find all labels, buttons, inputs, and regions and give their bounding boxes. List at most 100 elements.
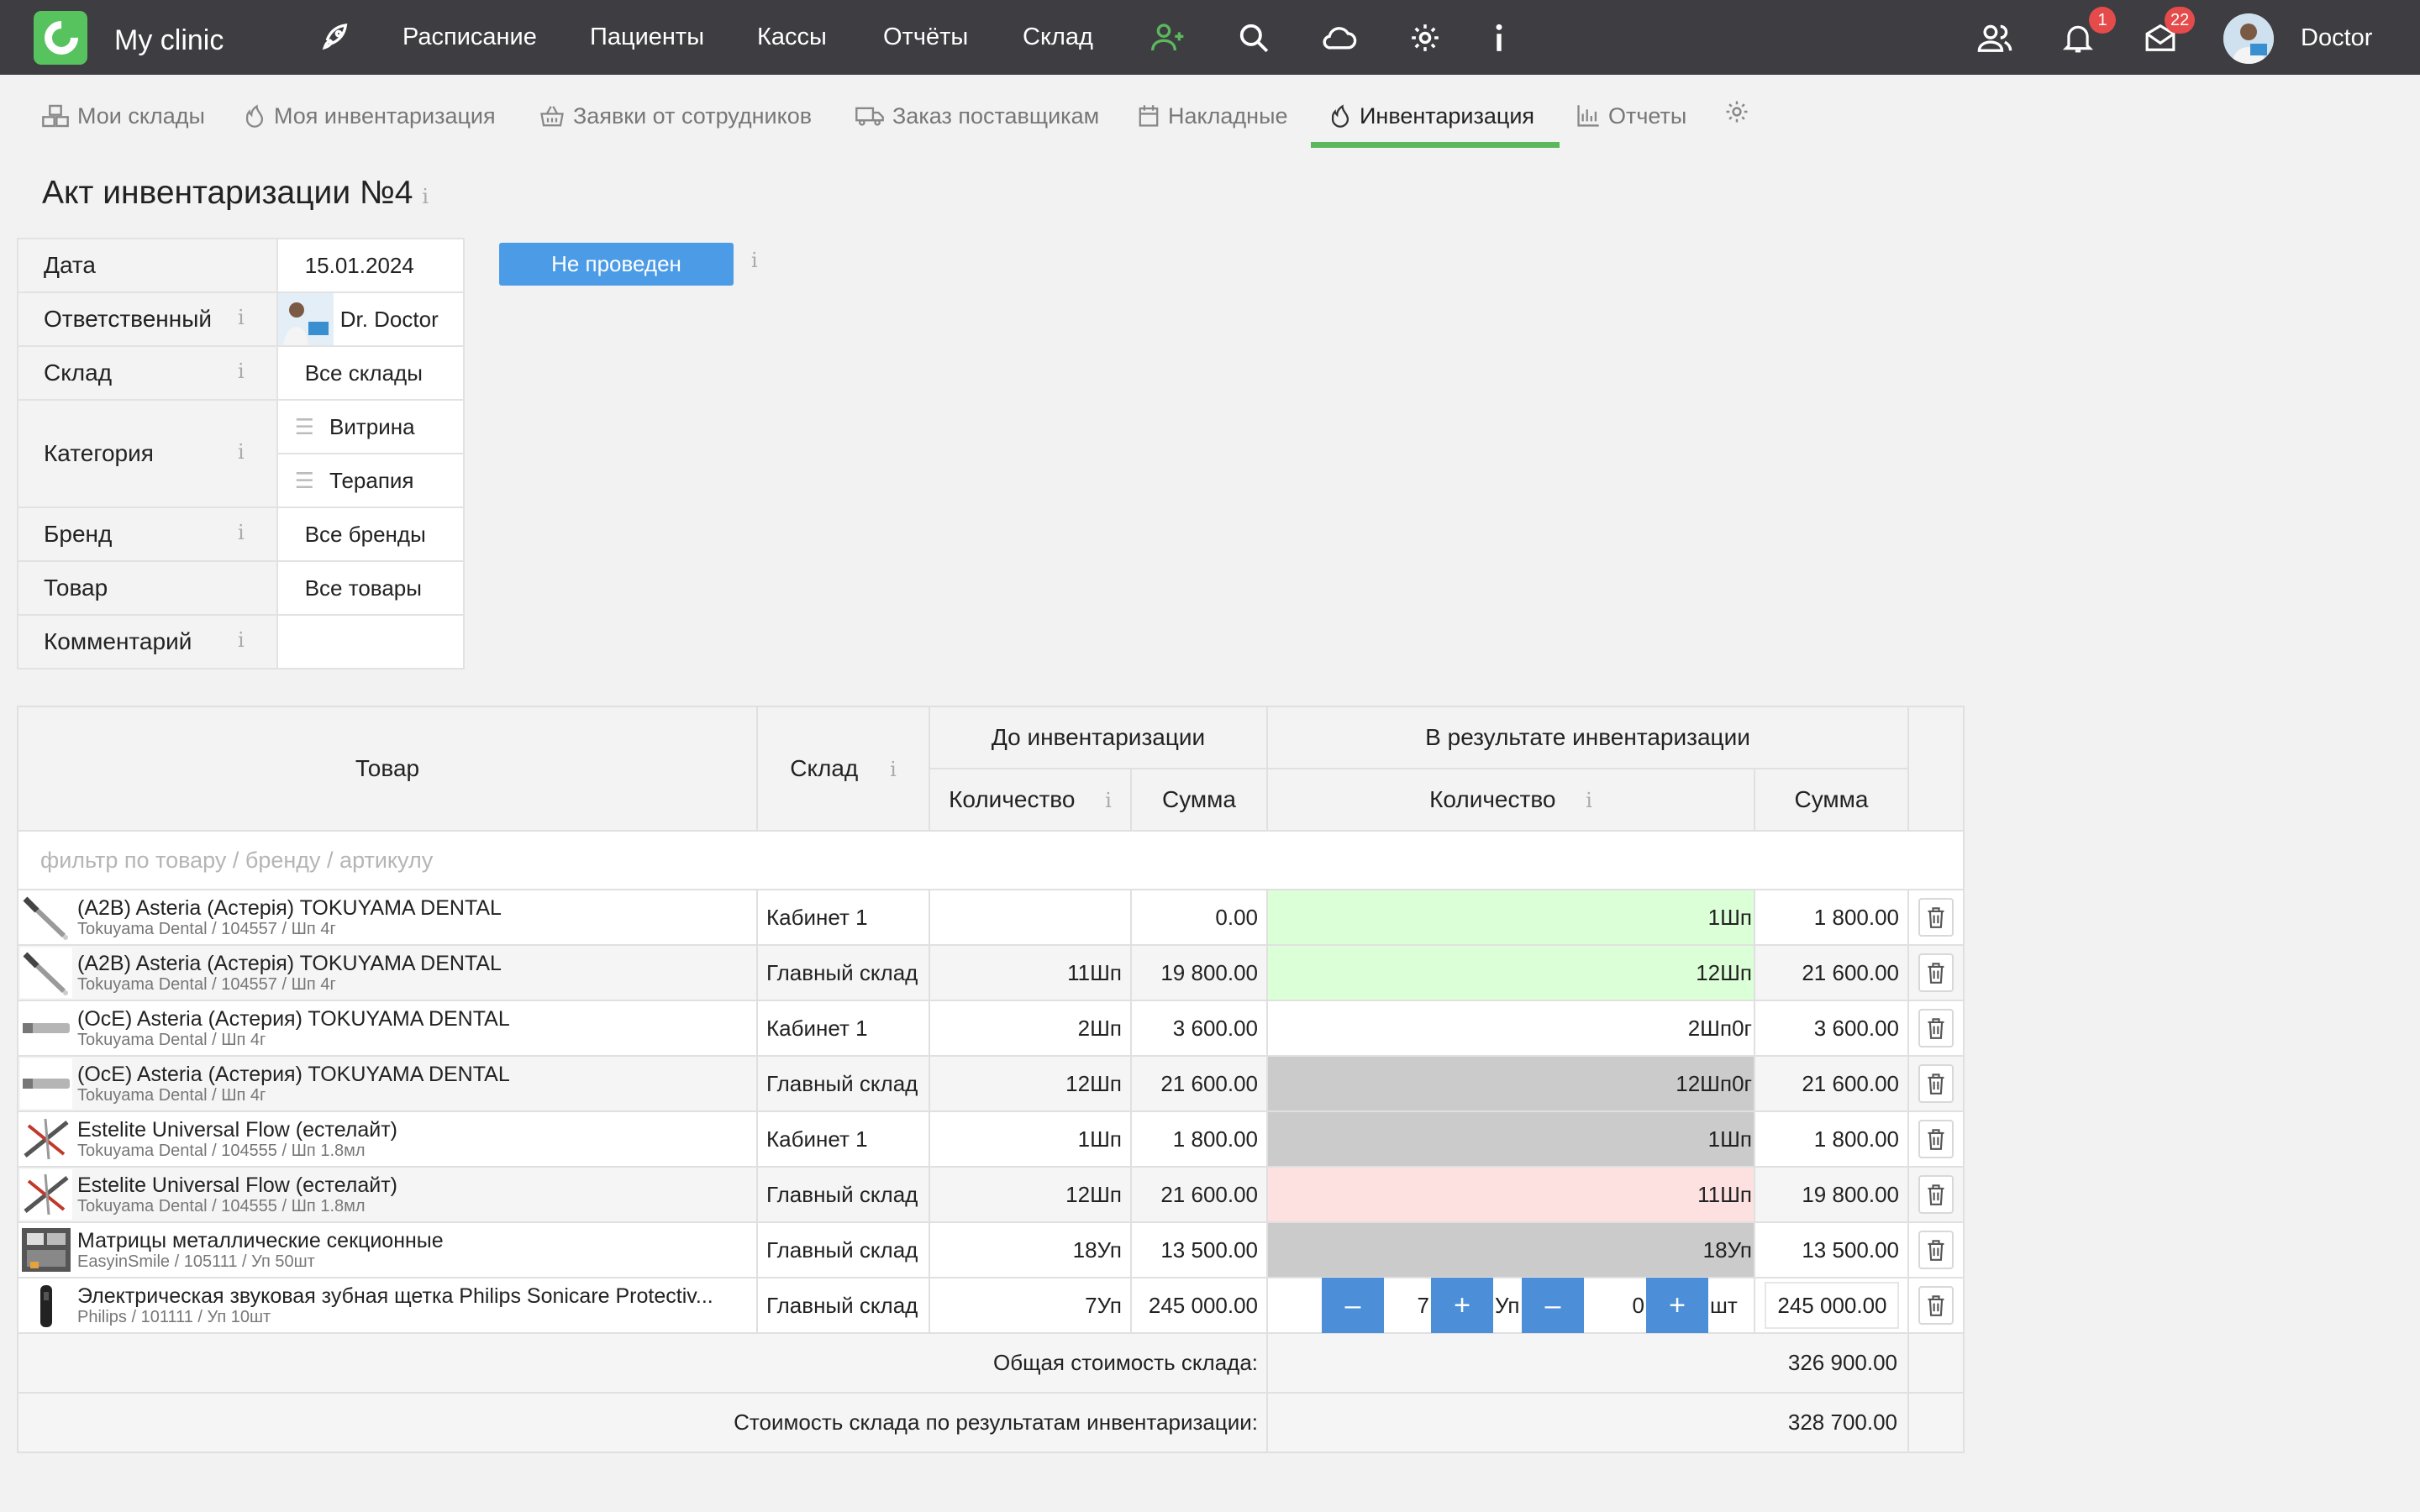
subtab-settings[interactable]: [1724, 99, 1749, 124]
product-thumbnail: [20, 1114, 72, 1164]
info-icon[interactable]: i: [238, 440, 245, 464]
product-meta: Tokuyama Dental / Шп 4г: [77, 1086, 266, 1105]
info-icon[interactable]: [1480, 18, 1518, 57]
subtab-supplier-orders[interactable]: Заказ поставщикам: [855, 99, 1099, 133]
subtab-label: Заявки от сотрудников: [573, 103, 813, 129]
nav-cash[interactable]: Кассы: [757, 20, 827, 54]
add-user-icon[interactable]: [1149, 18, 1187, 57]
page-title: Акт инвентаризации №4 i: [42, 172, 429, 218]
flame-icon: [1331, 104, 1349, 128]
nav-warehouse[interactable]: Склад: [1023, 20, 1093, 54]
product-name[interactable]: (OcE) Asteria (Астерия) TOKUYAMA DENTAL: [77, 1007, 510, 1031]
increase-main-button[interactable]: +: [1431, 1278, 1494, 1333]
subtab-my-warehouses[interactable]: Мои склады: [42, 99, 205, 133]
search-icon[interactable]: [1234, 18, 1273, 57]
delete-row-button[interactable]: [1918, 1231, 1954, 1269]
actions-cell: [1907, 1000, 1965, 1057]
actions-cell: [1907, 1277, 1965, 1334]
qty-main-input[interactable]: 7: [1384, 1293, 1431, 1319]
subtab-employee-requests[interactable]: Заявки от сотрудников: [539, 99, 812, 133]
qty-after-cell[interactable]: 18Уп: [1266, 1221, 1756, 1278]
qty-after-cell[interactable]: 12Шп0г: [1266, 1055, 1756, 1112]
rocket-icon[interactable]: [315, 18, 354, 57]
unit-sub: шт: [1710, 1292, 1738, 1318]
delete-row-button[interactable]: [1918, 1175, 1954, 1214]
user-name[interactable]: Doctor: [2301, 21, 2372, 55]
subtab-label: Инвентаризация: [1360, 103, 1535, 129]
info-icon[interactable]: i: [238, 360, 245, 383]
sum-after-input[interactable]: 245 000.00: [1764, 1282, 1899, 1329]
product-name[interactable]: Матрицы металлические секционные: [77, 1229, 444, 1252]
subtab-reports[interactable]: Отчеты: [1576, 99, 1686, 133]
delete-row-button[interactable]: [1918, 1120, 1954, 1158]
nav-reports[interactable]: Отчёты: [883, 20, 968, 54]
delete-row-button[interactable]: [1918, 953, 1954, 992]
delete-row-button[interactable]: [1918, 898, 1954, 937]
trash-icon: [1928, 1240, 1944, 1261]
nav-schedule[interactable]: Расписание: [402, 20, 537, 54]
product-name[interactable]: Estelite Universal Flow (естелайт): [77, 1173, 397, 1197]
qty-after-cell[interactable]: 1Шп: [1266, 1110, 1756, 1168]
delete-row-button[interactable]: [1918, 1009, 1954, 1047]
app-title[interactable]: My clinic: [114, 24, 224, 57]
top-bar: My clinic Расписание Пациенты Кассы Отчё…: [0, 0, 2420, 75]
info-icon[interactable]: i: [751, 249, 758, 272]
warehouse-value[interactable]: Все склады: [276, 345, 466, 401]
qty-after-cell[interactable]: 1Шп: [1266, 889, 1756, 946]
active-tab-indicator: [1311, 142, 1560, 148]
info-icon[interactable]: i: [890, 758, 897, 781]
decrease-main-button[interactable]: –: [1322, 1278, 1385, 1333]
nav-patients[interactable]: Пациенты: [590, 20, 704, 54]
product-filter-input[interactable]: фильтр по товару / бренду / артикулу: [16, 830, 1965, 890]
page-title-text: Акт инвентаризации №4: [42, 175, 413, 211]
qty-sub-input[interactable]: 0: [1584, 1293, 1646, 1319]
table-row: (OcE) Asteria (Астерия) TOKUYAMA DENTAL …: [17, 1055, 1965, 1112]
delete-row-button[interactable]: [1918, 1064, 1954, 1103]
subtab-inventory[interactable]: Инвентаризация: [1329, 99, 1534, 133]
comment-value[interactable]: [276, 614, 466, 669]
product-meta: Tokuyama Dental / 104555 / Шп 1.8мл: [77, 1142, 366, 1160]
qty-after-cell[interactable]: 11Шп: [1266, 1166, 1756, 1223]
actions-cell: [1907, 1221, 1965, 1278]
status-button[interactable]: Не проведен: [499, 243, 734, 286]
trash-icon: [1928, 1184, 1944, 1205]
subtab-my-inventory[interactable]: Моя инвентаризация: [244, 99, 496, 133]
truck-icon: [855, 107, 884, 126]
sum-before-cell: 21 600.00: [1129, 1166, 1269, 1223]
qty-after-cell[interactable]: 12Шп: [1266, 944, 1756, 1001]
increase-sub-button[interactable]: +: [1646, 1278, 1709, 1333]
product-name[interactable]: Estelite Universal Flow (естелайт): [77, 1118, 397, 1142]
info-icon[interactable]: i: [238, 521, 245, 544]
brand-value[interactable]: Все бренды: [276, 507, 466, 562]
category-item[interactable]: ☰ Терапия: [276, 453, 466, 508]
product-value[interactable]: Все товары: [276, 560, 466, 616]
category-item[interactable]: ☰ Витрина: [276, 399, 466, 454]
decrease-sub-button[interactable]: –: [1522, 1278, 1585, 1333]
qty-after-cell[interactable]: 2Шп0г: [1266, 1000, 1756, 1057]
cloud-icon[interactable]: [1320, 18, 1359, 57]
app-logo[interactable]: [34, 11, 87, 65]
info-icon[interactable]: i: [238, 306, 245, 329]
date-value[interactable]: 15.01.2024: [276, 238, 466, 293]
messages-badge: 22: [2165, 7, 2196, 34]
gear-icon[interactable]: [1406, 18, 1444, 57]
info-icon[interactable]: i: [422, 185, 429, 208]
info-icon[interactable]: i: [238, 628, 245, 652]
product-name[interactable]: (A2B) Asteria (Астерія) TOKUYAMA DENTAL: [77, 896, 502, 920]
trash-icon: [1928, 1129, 1944, 1150]
responsible-value[interactable]: Dr. Doctor: [276, 291, 466, 347]
col-product: Товар: [17, 706, 758, 832]
info-icon[interactable]: i: [1586, 789, 1592, 812]
warehouse-cell: Главный склад: [756, 1221, 930, 1278]
product-name[interactable]: (OcE) Asteria (Астерия) TOKUYAMA DENTAL: [77, 1063, 510, 1086]
info-icon[interactable]: i: [1105, 789, 1112, 812]
subtab-invoices[interactable]: Накладные: [1138, 99, 1288, 133]
responsible-label: Ответственный i: [17, 291, 278, 347]
product-name[interactable]: (A2B) Asteria (Астерія) TOKUYAMA DENTAL: [77, 952, 502, 975]
delete-row-button[interactable]: [1918, 1286, 1954, 1325]
product-name[interactable]: Электрическая звуковая зубная щетка Phil…: [77, 1284, 713, 1308]
calendar-icon: [1139, 105, 1159, 127]
users-icon[interactable]: [1975, 18, 2014, 57]
user-avatar[interactable]: [2223, 13, 2274, 64]
trash-icon: [1928, 1295, 1944, 1316]
